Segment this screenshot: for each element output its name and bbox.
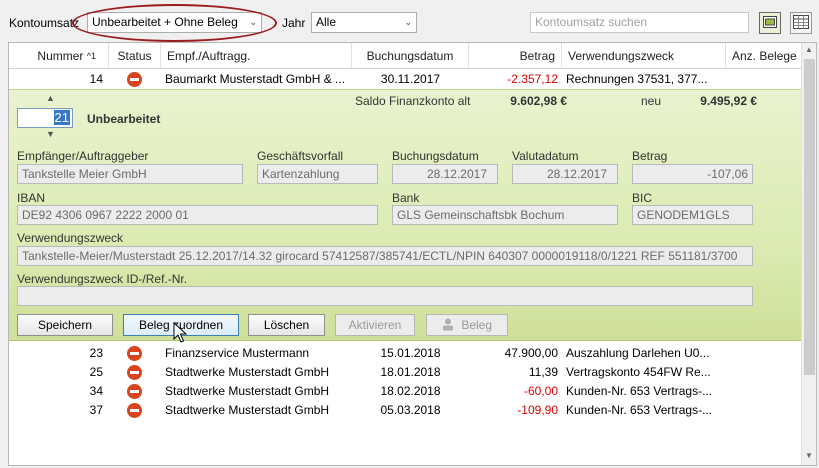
saldo-neu-value: 9.495,92 € — [700, 94, 757, 108]
betrag-field[interactable]: -107,06 — [632, 164, 753, 184]
table-row[interactable]: 14 Baumarkt Musterstadt GmbH & ... 30.11… — [9, 70, 801, 89]
jahr-label: Jahr — [282, 16, 306, 30]
kontoumsatz-label: Kontoumsatz — [9, 16, 80, 30]
scroll-up-icon[interactable]: ▲ — [805, 45, 813, 54]
cell-empfaenger: Finanzservice Mustermann — [165, 346, 310, 360]
cell-betrag: 11,39 — [528, 365, 558, 379]
status-stop-icon — [127, 384, 142, 399]
column-header-verwendungszweck[interactable]: Verwendungszweck — [562, 43, 726, 69]
cell-betrag: 47.900,00 — [504, 346, 558, 360]
status-stop-icon — [127, 346, 142, 361]
saldo-alt-value: 9.602,98 € — [510, 94, 567, 108]
empfaenger-label: Empfänger/Auftraggeber — [17, 149, 149, 163]
delete-button[interactable]: Löschen — [248, 314, 325, 336]
cell-nummer: 37 — [89, 403, 103, 417]
bic-field[interactable]: GENODEM1GLS — [632, 205, 753, 225]
cell-betrag: -60,00 — [523, 384, 558, 398]
cell-nummer: 23 — [89, 346, 103, 360]
cell-verwendungszweck: Auszahlung Darlehen U0... — [566, 346, 710, 360]
table-row[interactable]: 25 Stadtwerke Musterstadt GmbH 18.01.201… — [9, 363, 801, 382]
cell-verwendungszweck: Rechnungen 37531, 377... — [566, 72, 708, 86]
cell-buchungsdatum: 18.02.2018 — [380, 384, 441, 398]
column-header-status[interactable]: Status — [109, 43, 161, 69]
cell-verwendungszweck: Vertragskonto 454FW Re... — [566, 365, 711, 379]
valutadatum-field[interactable]: 28.12.2017 — [512, 164, 618, 184]
verwendungszweck-label: Verwendungszweck — [17, 231, 124, 245]
jahr-value: Alle — [316, 15, 337, 29]
detail-view-icon — [763, 15, 777, 31]
status-stop-icon — [127, 72, 142, 87]
table-row[interactable]: 37 Stadtwerke Musterstadt GmbH 05.03.201… — [9, 401, 801, 420]
table-view-icon — [793, 14, 809, 32]
detail-panel: Saldo Finanzkonto alt 9.602,98 € neu 9.4… — [9, 89, 801, 343]
scrollbar-thumb[interactable] — [804, 59, 815, 375]
kontoumsatz-table: Nummer ^1 Status Empf./Auftragg. Buchung… — [8, 42, 817, 466]
geschaeftsvorfall-field[interactable]: Kartenzahlung — [257, 164, 378, 184]
status-stop-icon — [127, 365, 142, 380]
betrag-label: Betrag — [632, 149, 668, 163]
highlight-ellipse — [72, 4, 277, 42]
table-header: Nummer ^1 Status Empf./Auftragg. Buchung… — [9, 43, 801, 69]
sort-indicator: ^1 — [86, 51, 96, 61]
chevron-down-icon: ⌄ — [404, 17, 412, 27]
cell-buchungsdatum: 18.01.2018 — [380, 365, 441, 379]
vertical-scrollbar[interactable]: ▲ ▼ — [801, 43, 816, 465]
spinner-down-icon[interactable]: ▼ — [46, 129, 55, 139]
cell-buchungsdatum: 15.01.2018 — [380, 346, 441, 360]
saldo-label: Saldo Finanzkonto alt — [355, 94, 471, 108]
cell-buchungsdatum: 30.11.2017 — [380, 72, 441, 86]
cell-betrag: -109,90 — [517, 403, 558, 417]
column-header-buchungsdatum[interactable]: Buchungsdatum — [352, 43, 469, 69]
cell-empfaenger: Stadtwerke Musterstadt GmbH — [165, 403, 330, 417]
cell-empfaenger: Stadtwerke Musterstadt GmbH — [165, 384, 330, 398]
cell-buchungsdatum: 05.03.2018 — [380, 403, 441, 417]
geschaeftsvorfall-label: Geschäftsvorfall — [257, 149, 344, 163]
person-icon — [442, 317, 454, 337]
number-input[interactable]: 21 — [17, 108, 73, 128]
ref-field[interactable] — [17, 286, 753, 306]
table-view-button[interactable] — [790, 12, 812, 34]
bic-label: BIC — [632, 191, 653, 205]
valutadatum-label: Valutadatum — [512, 149, 579, 163]
search-input[interactable]: Kontoumsatz suchen — [530, 12, 749, 33]
ref-label: Verwendungszweck ID-/Ref.-Nr. — [17, 272, 188, 286]
column-header-anz-belege[interactable]: Anz. Belege — [726, 43, 801, 69]
cell-empfaenger: Stadtwerke Musterstadt GmbH — [165, 365, 330, 379]
cell-nummer: 34 — [89, 384, 103, 398]
column-header-empfaenger[interactable]: Empf./Auftragg. — [161, 43, 352, 69]
cell-nummer: 14 — [89, 72, 103, 86]
column-header-nummer[interactable]: Nummer ^1 — [9, 43, 109, 69]
cell-verwendungszweck: Kunden-Nr. 653 Vertrags-... — [566, 384, 713, 398]
cell-betrag: -2.357,12 — [507, 72, 558, 86]
status-stop-icon — [127, 403, 142, 418]
column-header-betrag[interactable]: Betrag — [469, 43, 562, 69]
bank-label: Bank — [392, 191, 420, 205]
cell-nummer: 25 — [89, 365, 103, 379]
iban-field[interactable]: DE92 4306 0967 2222 2000 01 — [17, 205, 378, 225]
table-row[interactable]: 23 Finanzservice Mustermann 15.01.2018 4… — [9, 344, 801, 363]
cell-empfaenger: Baumarkt Musterstadt GmbH & ... — [165, 72, 346, 86]
detail-view-button[interactable] — [759, 12, 781, 34]
buchungsdatum-field[interactable]: 28.12.2017 — [392, 164, 498, 184]
buchungsdatum-label: Buchungsdatum — [392, 149, 479, 163]
scroll-down-icon[interactable]: ▼ — [805, 451, 813, 460]
cell-verwendungszweck: Kunden-Nr. 653 Vertrags-... — [566, 403, 713, 417]
saldo-neu-label: neu — [641, 94, 662, 108]
iban-label: IBAN — [17, 191, 46, 205]
status-text: Unbearbeitet — [87, 112, 161, 126]
verwendungszweck-field[interactable]: Tankstelle-Meier/Musterstadt 25.12.2017/… — [17, 246, 753, 266]
receipt-button[interactable]: Beleg — [426, 314, 508, 336]
jahr-dropdown[interactable]: Alle ⌄ — [311, 12, 417, 33]
save-button[interactable]: Speichern — [17, 314, 113, 336]
table-row[interactable]: 34 Stadtwerke Musterstadt GmbH 18.02.201… — [9, 382, 801, 401]
spinner-up-icon[interactable]: ▲ — [46, 93, 55, 103]
empfaenger-field[interactable]: Tankstelle Meier GmbH — [17, 164, 243, 184]
activate-button[interactable]: Aktivieren — [335, 314, 415, 336]
bank-field[interactable]: GLS Gemeinschaftsbk Bochum — [392, 205, 618, 225]
